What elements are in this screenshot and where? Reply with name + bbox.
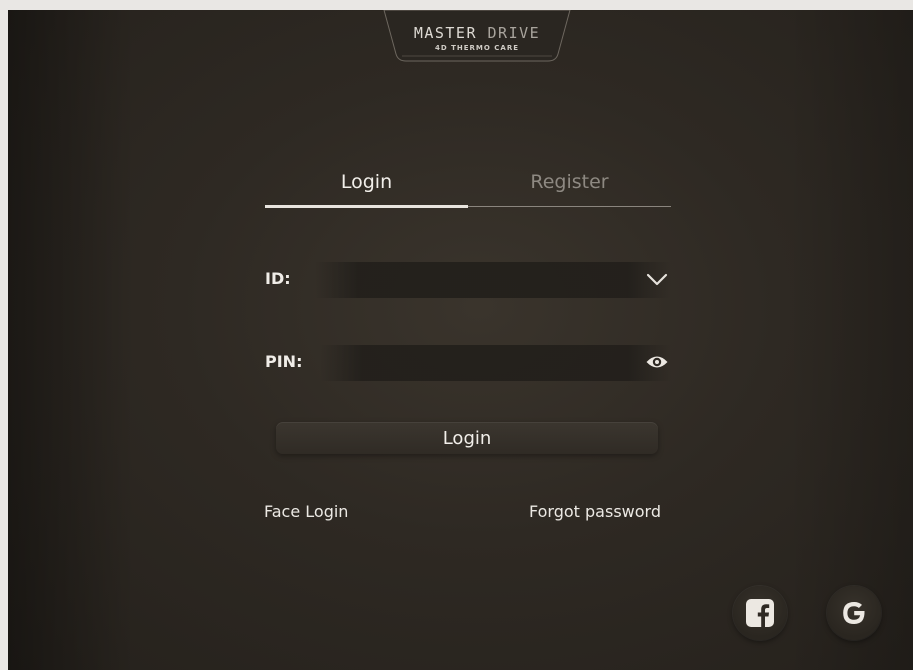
chevron-down-icon[interactable] <box>645 269 669 289</box>
logo-subtitle: 4D THERMO CARE <box>434 44 519 52</box>
id-label: ID: <box>265 269 291 288</box>
face-login-link[interactable]: Face Login <box>264 502 348 521</box>
facebook-icon <box>746 599 774 627</box>
facebook-login-button[interactable] <box>733 586 787 640</box>
google-icon <box>843 602 865 624</box>
logo-title-main: MASTER <box>413 24 488 42</box>
forgot-password-link[interactable]: Forgot password <box>529 502 661 521</box>
login-button[interactable]: Login <box>276 422 658 454</box>
eye-icon[interactable] <box>645 352 669 372</box>
pin-label: PIN: <box>265 352 303 371</box>
tab-register[interactable]: Register <box>468 168 671 206</box>
auth-tabs: Login Register <box>265 168 671 208</box>
id-input[interactable] <box>315 262 671 298</box>
tab-login[interactable]: Login <box>265 168 468 208</box>
google-login-button[interactable] <box>827 586 881 640</box>
logo-title-accent: DRIVE <box>487 24 541 42</box>
brand-logo: MASTER DRIVE 4D THERMO CARE <box>382 10 572 62</box>
pin-field: PIN: <box>265 343 671 381</box>
photo-frame: MASTER DRIVE 4D THERMO CARE Login Regist… <box>0 0 913 670</box>
id-field: ID: <box>265 260 671 298</box>
logo-title: MASTER DRIVE <box>382 24 572 42</box>
pin-input[interactable] <box>320 345 671 381</box>
login-screen: MASTER DRIVE 4D THERMO CARE Login Regist… <box>8 10 913 670</box>
